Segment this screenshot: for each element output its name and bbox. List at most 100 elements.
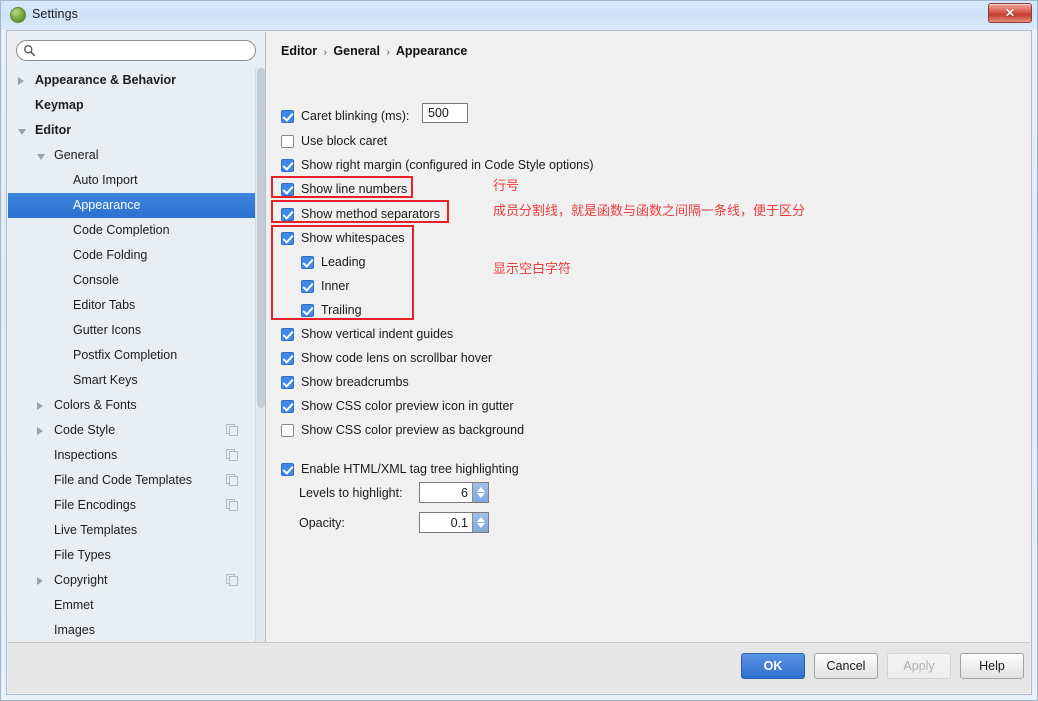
spinner-up-icon[interactable]: [476, 487, 485, 492]
checkbox-enable-html-xml-tag-tree-highlighting[interactable]: [281, 462, 294, 476]
sidebar-item-editor[interactable]: Editor: [8, 118, 256, 143]
chevron-right-icon[interactable]: [37, 427, 43, 435]
sidebar-item-auto-import[interactable]: Auto Import: [8, 168, 256, 193]
checkbox-use-block-caret[interactable]: [281, 134, 294, 148]
sidebar-item-emmet[interactable]: Emmet: [8, 593, 256, 618]
option-row-caret-blinking-ms[interactable]: Caret blinking (ms):: [281, 106, 409, 126]
help-button[interactable]: Help: [960, 653, 1024, 679]
sidebar-item-inspections[interactable]: Inspections: [8, 443, 256, 468]
copy-icon[interactable]: [226, 424, 238, 436]
checkbox-caret-blinking-ms[interactable]: [281, 109, 294, 123]
option-row-leading[interactable]: Leading: [301, 252, 366, 272]
opacity-spinner[interactable]: [419, 512, 489, 533]
sidebar-item-file-and-code-templates[interactable]: File and Code Templates: [8, 468, 256, 493]
sidebar-scrollbar-thumb[interactable]: [257, 68, 265, 408]
option-row-use-block-caret[interactable]: Use block caret: [281, 131, 387, 151]
levels-to-highlight-spinner[interactable]: [419, 482, 489, 503]
opacity-spinner-buttons[interactable]: [472, 513, 488, 532]
chevron-down-icon[interactable]: [18, 129, 26, 135]
sidebar-item-appearance-behavior[interactable]: Appearance & Behavior: [8, 68, 256, 93]
sidebar-item-label: File Types: [54, 548, 111, 562]
sidebar-item-copyright[interactable]: Copyright: [8, 568, 256, 593]
sidebar-item-appearance[interactable]: Appearance: [8, 193, 256, 218]
sidebar-item-label: Console: [73, 273, 119, 287]
option-row-show-breadcrumbs[interactable]: Show breadcrumbs: [281, 372, 409, 392]
option-row-show-vertical-indent-guides[interactable]: Show vertical indent guides: [281, 324, 453, 344]
breadcrumb-part-general[interactable]: General: [333, 44, 380, 58]
option-row-trailing[interactable]: Trailing: [301, 300, 362, 320]
sidebar-item-postfix-completion[interactable]: Postfix Completion: [8, 343, 256, 368]
spinner-down-icon[interactable]: [476, 523, 485, 528]
checkbox-leading[interactable]: [301, 255, 314, 269]
copy-icon[interactable]: [226, 574, 238, 586]
settings-content-panel: Editor › General › Appearance Levels to …: [267, 32, 1031, 643]
sidebar-item-live-templates[interactable]: Live Templates: [8, 518, 256, 543]
copy-icon[interactable]: [226, 474, 238, 486]
sidebar-item-file-encodings[interactable]: File Encodings: [8, 493, 256, 518]
option-row-show-whitespaces[interactable]: Show whitespaces: [281, 228, 405, 248]
checkbox-show-right-margin-configured-in-code-style-options[interactable]: [281, 158, 294, 172]
sidebar-item-general[interactable]: General: [8, 143, 256, 168]
option-row-show-right-margin-configured-in-code-style-options[interactable]: Show right margin (configured in Code St…: [281, 155, 594, 175]
levels-spinner-buttons[interactable]: [472, 483, 488, 502]
option-label: Show whitespaces: [301, 231, 405, 245]
opacity-input[interactable]: [420, 513, 472, 532]
checkbox-show-line-numbers[interactable]: [281, 182, 294, 196]
sidebar-item-keymap[interactable]: Keymap: [8, 93, 256, 118]
option-row-show-code-lens-on-scrollbar-hover[interactable]: Show code lens on scrollbar hover: [281, 348, 492, 368]
breadcrumb-separator-2: ›: [386, 47, 390, 58]
settings-tree[interactable]: Appearance & Behavior Keymap Editor General…: [8, 68, 256, 642]
checkbox-show-method-separators[interactable]: [281, 207, 294, 221]
cancel-button[interactable]: Cancel: [814, 653, 878, 679]
sidebar-item-label: Colors & Fonts: [54, 398, 137, 412]
option-row-inner[interactable]: Inner: [301, 276, 350, 296]
checkbox-show-whitespaces[interactable]: [281, 231, 294, 245]
copy-icon[interactable]: [226, 499, 238, 511]
chevron-down-icon[interactable]: [37, 154, 45, 160]
spinner-down-icon[interactable]: [476, 493, 485, 498]
levels-to-highlight-input[interactable]: [420, 483, 472, 502]
sidebar-scrollbar[interactable]: [255, 68, 265, 642]
option-row-show-css-color-preview-as-background[interactable]: Show CSS color preview as background: [281, 420, 524, 440]
option-label: Caret blinking (ms):: [301, 109, 410, 123]
ok-button[interactable]: OK: [741, 653, 805, 679]
option-label: Show method separators: [301, 207, 440, 221]
close-button[interactable]: ✕: [988, 3, 1032, 23]
sidebar-item-code-folding[interactable]: Code Folding: [8, 243, 256, 268]
spinner-up-icon[interactable]: [476, 517, 485, 522]
app-icon: [10, 7, 26, 23]
sidebar-item-label: Copyright: [54, 573, 108, 587]
chevron-right-icon[interactable]: [18, 77, 24, 85]
sidebar-item-code-completion[interactable]: Code Completion: [8, 218, 256, 243]
settings-sidebar: Appearance & Behavior Keymap Editor General…: [8, 32, 266, 643]
option-row-show-method-separators[interactable]: Show method separators: [281, 204, 440, 224]
sidebar-item-file-types[interactable]: File Types: [8, 543, 256, 568]
checkbox-show-code-lens-on-scrollbar-hover[interactable]: [281, 351, 294, 365]
sidebar-item-images[interactable]: Images: [8, 618, 256, 642]
checkbox-inner[interactable]: [301, 279, 314, 293]
checkbox-show-css-color-preview-as-background[interactable]: [281, 423, 294, 437]
sidebar-item-colors-fonts[interactable]: Colors & Fonts: [8, 393, 256, 418]
checkbox-show-vertical-indent-guides[interactable]: [281, 327, 294, 341]
checkbox-trailing[interactable]: [301, 303, 314, 317]
sidebar-item-editor-tabs[interactable]: Editor Tabs: [8, 293, 256, 318]
sidebar-item-console[interactable]: Console: [8, 268, 256, 293]
option-row-enable-html-xml-tag-tree-highlighting[interactable]: Enable HTML/XML tag tree highlighting: [281, 459, 519, 479]
chevron-right-icon[interactable]: [37, 402, 43, 410]
option-label: Show code lens on scrollbar hover: [301, 351, 493, 365]
sidebar-item-smart-keys[interactable]: Smart Keys: [8, 368, 256, 393]
sidebar-item-label: Inspections: [54, 448, 118, 462]
sidebar-item-gutter-icons[interactable]: Gutter Icons: [8, 318, 256, 343]
copy-icon[interactable]: [226, 449, 238, 461]
option-label: Enable HTML/XML tag tree highlighting: [301, 462, 519, 476]
option-row-show-css-color-preview-icon-in-gutter[interactable]: Show CSS color preview icon in gutter: [281, 396, 514, 416]
caret-blinking-input[interactable]: [422, 103, 468, 123]
sidebar-item-code-style[interactable]: Code Style: [8, 418, 256, 443]
checkbox-show-breadcrumbs[interactable]: [281, 375, 294, 389]
breadcrumb-part-editor[interactable]: Editor: [281, 44, 317, 58]
checkbox-show-css-color-preview-icon-in-gutter[interactable]: [281, 399, 294, 413]
option-row-show-line-numbers[interactable]: Show line numbers: [281, 179, 407, 199]
search-input[interactable]: [16, 40, 256, 61]
chevron-right-icon[interactable]: [37, 577, 43, 585]
breadcrumb-part-appearance: Appearance: [395, 44, 468, 58]
